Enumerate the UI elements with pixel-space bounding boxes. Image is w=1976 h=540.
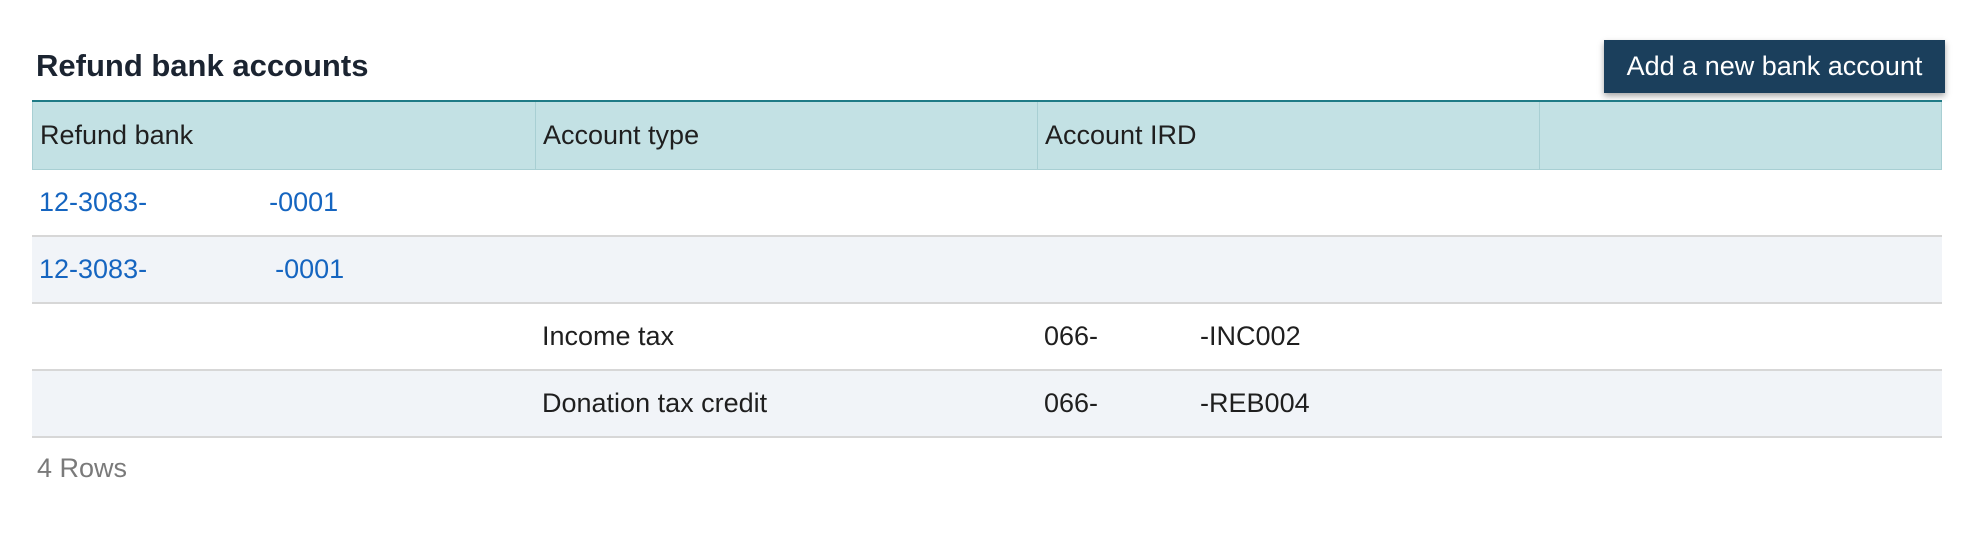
account-ird-cell (1037, 170, 1539, 235)
column-header-empty (1540, 102, 1941, 169)
account-ird-prefix: 066- (1044, 388, 1099, 418)
empty-cell (1539, 237, 1940, 302)
refund-bank-suffix: -0001 (269, 187, 339, 217)
row-count-label: 4 Rows (37, 453, 128, 483)
table-row[interactable]: 12-3083- -0001 (32, 170, 1942, 237)
refund-bank-cell: 12-3083- -0001 (32, 170, 535, 235)
account-ird-cell: 066- -REB004 (1037, 371, 1539, 436)
refund-bank-prefix: 12-3083- (39, 187, 148, 217)
empty-cell (1539, 304, 1940, 369)
empty-cell (1539, 170, 1940, 235)
refund-bank-prefix: 12-3083- (39, 254, 148, 284)
account-ird-suffix: -INC002 (1200, 321, 1301, 351)
account-type-cell: Donation tax credit (542, 388, 768, 418)
account-ird-suffix: -REB004 (1200, 388, 1310, 418)
account-ird-cell (1037, 237, 1539, 302)
refund-bank-suffix: -0001 (275, 254, 345, 284)
refund-bank-accounts-page: Refund bank accounts Add a new bank acco… (0, 0, 1976, 540)
table-header: Refund bank Account type Account IRD (32, 102, 1942, 170)
refund-bank-link[interactable]: 12-3083- -0001 (39, 187, 338, 218)
refund-bank-cell (32, 304, 535, 369)
refund-bank-cell (32, 371, 535, 436)
table-row[interactable]: Donation tax credit 066- -REB004 (32, 371, 1942, 438)
table-row[interactable]: Income tax 066- -INC002 (32, 304, 1942, 371)
table-row[interactable]: 12-3083- -0001 (32, 237, 1942, 304)
account-type-cell: Income tax (542, 321, 675, 351)
page-title: Refund bank accounts (36, 48, 369, 83)
account-type-cell (535, 237, 1037, 302)
empty-cell (1539, 371, 1940, 436)
column-header-refund-bank[interactable]: Refund bank (33, 102, 536, 169)
add-bank-account-button[interactable]: Add a new bank account (1604, 40, 1945, 93)
column-header-account-ird[interactable]: Account IRD (1038, 102, 1540, 169)
account-ird-cell: 066- -INC002 (1037, 304, 1539, 369)
refund-accounts-table: Refund bank Account type Account IRD 12-… (32, 100, 1942, 438)
account-type-cell (535, 170, 1037, 235)
account-ird-prefix: 066- (1044, 321, 1099, 351)
refund-bank-link[interactable]: 12-3083- -0001 (39, 254, 344, 285)
refund-bank-cell: 12-3083- -0001 (32, 237, 535, 302)
column-header-account-type[interactable]: Account type (536, 102, 1038, 169)
